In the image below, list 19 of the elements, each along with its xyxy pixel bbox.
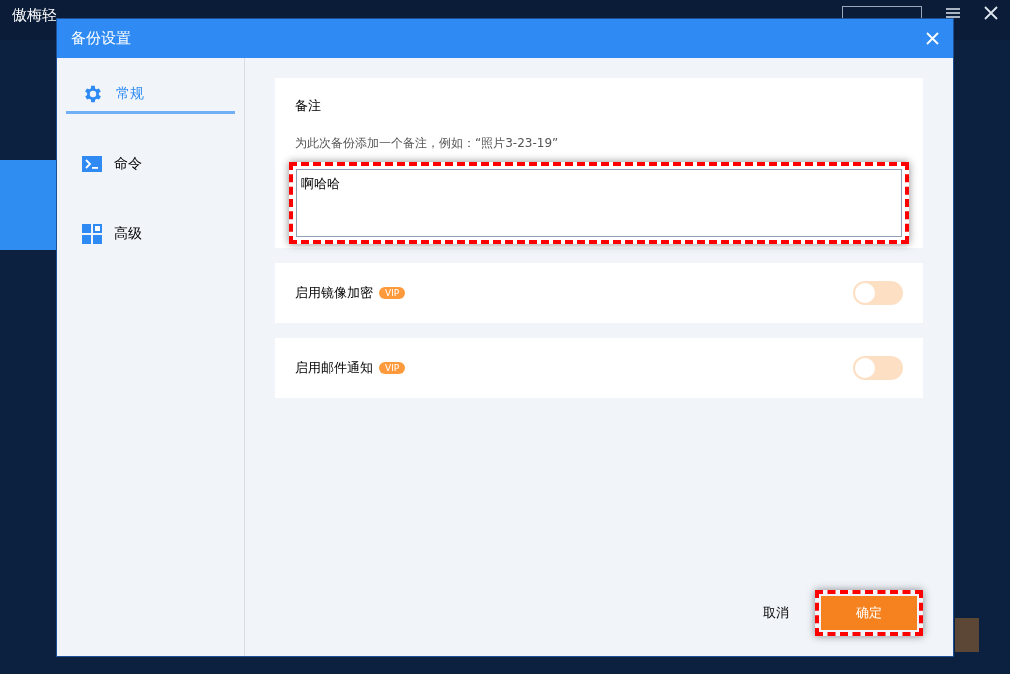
dialog-title: 备份设置 <box>71 28 131 50</box>
cancel-button[interactable]: 取消 <box>757 603 795 623</box>
background-block <box>955 618 979 652</box>
note-heading: 备注 <box>295 97 322 115</box>
note-hint: 为此次备份添加一个备注，例如：“照片3-23-19” <box>295 134 560 152</box>
close-icon[interactable] <box>984 6 998 20</box>
vip-badge: VIP <box>379 362 406 374</box>
toggle-switch[interactable] <box>853 281 903 305</box>
toggle-switch[interactable] <box>853 356 903 380</box>
vip-badge: VIP <box>379 287 406 299</box>
option-label: 启用邮件通知 <box>295 359 373 378</box>
note-field[interactable]: 啊哈哈 <box>296 168 902 237</box>
nav-tab[interactable]: 高级 <box>66 216 235 254</box>
nav-tab[interactable]: 命令 <box>66 146 235 184</box>
grid-icon <box>82 223 102 244</box>
menu-icon[interactable] <box>946 8 960 18</box>
terminal-icon <box>82 155 102 172</box>
app-title: 傲梅轻 <box>12 6 57 24</box>
option-label: 启用镜像加密 <box>295 284 373 303</box>
